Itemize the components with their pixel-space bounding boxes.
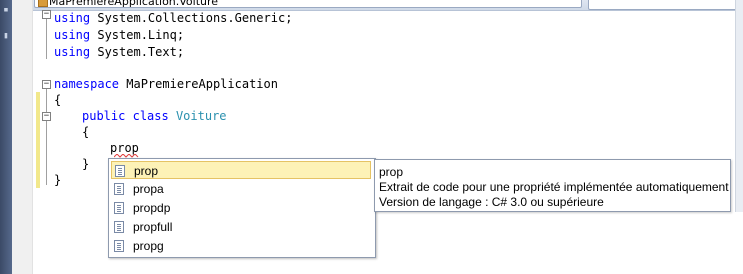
change-marker: [36, 92, 40, 188]
toolbox-icon[interactable]: ▮: [0, 30, 12, 42]
class-keyword: class: [132, 109, 169, 123]
snippet-icon: [114, 183, 124, 195]
outline-collapse-toggle[interactable]: −: [42, 10, 51, 19]
completion-item[interactable]: prop: [111, 161, 371, 179]
snippet-icon: [114, 202, 124, 214]
pin-icon[interactable]: ▪: [0, 4, 12, 16]
open-brace: {: [54, 93, 62, 107]
code-line-close-brace[interactable]: }: [54, 172, 61, 188]
public-keyword: public: [82, 109, 126, 123]
toolbox-rail: ▪ ▮: [0, 0, 12, 274]
snippet-icon: [114, 221, 124, 233]
completion-item[interactable]: propa: [111, 180, 371, 198]
outline-guide: [46, 19, 47, 59]
completion-item-label: propfull: [133, 220, 173, 234]
code-line-namespace[interactable]: namespace MaPremiereApplication: [54, 76, 278, 92]
completion-item-label: propdp: [133, 201, 171, 215]
close-brace: }: [54, 173, 62, 187]
typed-text: prop: [110, 141, 139, 155]
code-line-using[interactable]: using System.Linq;: [54, 27, 184, 43]
completion-item-label: prop: [134, 164, 159, 178]
using-namespace: System.Collections.Generic;: [90, 11, 293, 25]
class-icon: [38, 0, 48, 7]
outline-collapse-toggle[interactable]: −: [42, 112, 51, 121]
outline-collapse-toggle[interactable]: −: [42, 80, 51, 89]
code-line-open-brace[interactable]: {: [54, 92, 61, 108]
intellisense-list[interactable]: prop propa propdp propfull propg: [108, 158, 376, 258]
using-keyword: using: [54, 11, 91, 25]
namespace-name: MaPremiereApplication: [119, 77, 278, 91]
tooltip-version: Version de langage : C# 3.0 ou supérieur…: [379, 195, 604, 209]
using-keyword: using: [54, 45, 91, 59]
completion-item[interactable]: propfull: [111, 218, 371, 236]
type-navigation-dropdown[interactable]: MaPremiereApplication.Voiture: [34, 0, 582, 8]
member-navigation-dropdown[interactable]: [588, 0, 743, 10]
code-line-using[interactable]: using System.Text;: [54, 44, 184, 60]
completion-item-label: propg: [133, 239, 164, 253]
completion-item[interactable]: propg: [111, 237, 371, 255]
using-namespace: System.Text;: [90, 45, 185, 59]
code-line-class-open-brace[interactable]: {: [82, 124, 89, 140]
class-open-brace: {: [82, 125, 90, 139]
tooltip-title: prop: [379, 165, 404, 179]
namespace-keyword: namespace: [54, 77, 120, 91]
quick-info-tooltip: prop Extrait de code pour une propriété …: [374, 159, 731, 212]
snippet-icon: [115, 165, 125, 177]
editor-gutter: [12, 0, 33, 274]
code-line-using[interactable]: using System.Collections.Generic;: [54, 10, 292, 26]
snippet-icon: [114, 240, 124, 252]
type-navigation-label: MaPremiereApplication.Voiture: [49, 0, 219, 8]
using-namespace: System.Linq;: [90, 28, 185, 42]
using-keyword: using: [54, 28, 91, 42]
code-line-class-close-brace[interactable]: }: [82, 156, 89, 172]
completion-item[interactable]: propdp: [111, 199, 371, 217]
tooltip-description: Extrait de code pour une propriété implé…: [379, 180, 729, 194]
vertical-scrollbar[interactable]: [735, 0, 743, 212]
outline-guide: [46, 121, 47, 171]
completion-item-label: propa: [133, 182, 164, 196]
class-close-brace: }: [82, 157, 90, 171]
code-line-class[interactable]: public class Voiture: [82, 108, 227, 124]
class-name: Voiture: [175, 109, 227, 123]
